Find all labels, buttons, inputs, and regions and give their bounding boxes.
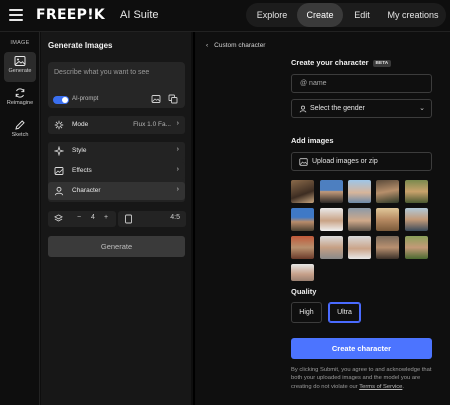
image-count-value: 4 bbox=[91, 214, 95, 221]
copy-icon[interactable] bbox=[168, 94, 178, 104]
image-icon bbox=[14, 56, 26, 66]
uploaded-image-thumb[interactable] bbox=[320, 180, 343, 203]
gender-placeholder: Select the gender bbox=[310, 105, 365, 112]
pencil-icon bbox=[15, 120, 25, 130]
rail-item-label: Generate bbox=[8, 68, 32, 74]
ai-prompt-label: AI-prompt bbox=[72, 96, 99, 102]
create-character-title-text: Create your character bbox=[291, 58, 369, 67]
uploaded-image-thumb[interactable] bbox=[291, 264, 314, 281]
uploaded-image-thumb[interactable] bbox=[291, 236, 314, 259]
panel-divider bbox=[193, 32, 195, 405]
style-label: Style bbox=[72, 147, 87, 154]
nav-create[interactable]: Create bbox=[297, 3, 343, 27]
effects-label: Effects bbox=[72, 167, 92, 174]
breadcrumb-label: Custom character bbox=[214, 42, 266, 49]
chevron-right-icon: › bbox=[176, 146, 179, 153]
uploaded-image-thumb[interactable] bbox=[320, 208, 343, 231]
decrement-button[interactable]: − bbox=[77, 214, 81, 221]
rail-item-sketch[interactable]: Sketch bbox=[4, 116, 36, 146]
add-images-title: Add images bbox=[291, 136, 334, 145]
nav-edit[interactable]: Edit bbox=[345, 3, 379, 27]
rail-title: IMAGE bbox=[10, 40, 30, 46]
character-selector[interactable]: Character › bbox=[48, 182, 185, 200]
gender-select[interactable]: Select the gender ⌄ bbox=[291, 99, 432, 118]
style-selector[interactable]: Style › bbox=[48, 142, 185, 160]
create-character-title: Create your character BETA bbox=[291, 58, 392, 67]
create-character-button[interactable]: Create character bbox=[291, 338, 432, 359]
sparkle-icon bbox=[54, 146, 64, 156]
effects-icon bbox=[54, 167, 64, 175]
name-placeholder: @ name bbox=[300, 80, 327, 87]
panel-title: Generate Images bbox=[48, 41, 113, 50]
user-icon bbox=[299, 105, 307, 113]
ai-suite-label: AI Suite bbox=[120, 9, 159, 21]
generate-button[interactable]: Generate bbox=[48, 236, 185, 257]
mode-value: Flux 1.0 Fa... bbox=[133, 121, 171, 128]
upload-label: Upload images or zip bbox=[312, 158, 378, 165]
custom-character-panel: ‹ Custom character Create your character B… bbox=[196, 32, 450, 405]
aspect-ratio-icon bbox=[125, 214, 132, 224]
uploaded-image-thumb[interactable] bbox=[405, 180, 428, 203]
prompt-placeholder: Describe what you want to see bbox=[54, 69, 150, 76]
main-nav: Explore Create Edit My creations bbox=[246, 3, 446, 27]
top-bar: FREEP!K AI Suite Explore Create Edit My … bbox=[0, 0, 450, 32]
layers-icon bbox=[54, 214, 63, 222]
tool-rail: IMAGE Generate Reimagine Sketch bbox=[0, 32, 40, 405]
uploaded-image-thumb[interactable] bbox=[376, 236, 399, 259]
uploaded-image-thumb[interactable] bbox=[348, 208, 371, 231]
uploaded-image-thumb[interactable] bbox=[376, 180, 399, 203]
prompt-input[interactable]: Describe what you want to see AI-prompt bbox=[48, 62, 185, 108]
chevron-right-icon: › bbox=[176, 166, 179, 173]
uploaded-image-thumb[interactable] bbox=[291, 180, 314, 203]
aspect-ratio-value: 4:5 bbox=[170, 214, 180, 221]
uploaded-image-thumb[interactable] bbox=[348, 236, 371, 259]
refresh-icon bbox=[15, 88, 25, 98]
rail-item-reimagine[interactable]: Reimagine bbox=[4, 84, 36, 114]
terms-of-service-link[interactable]: Terms of Service bbox=[359, 384, 402, 390]
image-upload-icon[interactable] bbox=[151, 94, 161, 104]
rail-item-label: Sketch bbox=[11, 132, 29, 138]
mode-label: Mode bbox=[72, 121, 89, 128]
breadcrumb[interactable]: ‹ Custom character bbox=[206, 42, 265, 49]
nav-explore[interactable]: Explore bbox=[248, 3, 296, 27]
freepik-logo[interactable]: FREEP!K bbox=[36, 7, 105, 23]
nav-my-creations[interactable]: My creations bbox=[382, 3, 444, 27]
effects-selector[interactable]: Effects › bbox=[48, 162, 185, 180]
gear-icon bbox=[54, 120, 64, 130]
uploaded-image-thumb[interactable] bbox=[348, 180, 371, 203]
mode-selector[interactable]: Mode Flux 1.0 Fa... › bbox=[48, 116, 185, 134]
chevron-down-icon: ⌄ bbox=[419, 105, 425, 112]
menu-icon[interactable] bbox=[9, 9, 23, 21]
increment-button[interactable]: + bbox=[104, 214, 108, 221]
uploaded-image-thumb[interactable] bbox=[405, 208, 428, 231]
upload-images-button[interactable]: Upload images or zip bbox=[291, 152, 432, 171]
terms-end: . bbox=[402, 383, 405, 390]
name-field[interactable]: @ name bbox=[291, 74, 432, 93]
uploaded-image-thumb[interactable] bbox=[376, 208, 399, 231]
ai-prompt-toggle[interactable] bbox=[53, 96, 69, 104]
beta-badge: BETA bbox=[372, 59, 392, 67]
uploaded-image-thumb[interactable] bbox=[320, 236, 343, 259]
character-label: Character bbox=[72, 187, 101, 194]
chevron-right-icon: › bbox=[176, 186, 179, 193]
user-icon bbox=[54, 186, 64, 196]
terms-notice: By clicking Submit, you agree to and ack… bbox=[291, 366, 436, 391]
uploaded-image-thumb[interactable] bbox=[291, 208, 314, 231]
aspect-ratio-selector[interactable]: 4:5 bbox=[118, 211, 186, 227]
image-icon bbox=[299, 158, 308, 166]
image-count-stepper: − 4 + bbox=[48, 211, 116, 227]
quality-option-high[interactable]: High bbox=[291, 302, 322, 323]
generate-panel: Generate Images Describe what you want t… bbox=[41, 32, 191, 405]
quality-option-ultra[interactable]: Ultra bbox=[328, 302, 361, 323]
quality-title: Quality bbox=[291, 287, 317, 296]
chevron-right-icon: › bbox=[176, 120, 179, 127]
rail-item-label: Reimagine bbox=[6, 100, 34, 106]
rail-item-generate[interactable]: Generate bbox=[4, 52, 36, 82]
uploaded-image-thumb[interactable] bbox=[405, 236, 428, 259]
chevron-left-icon: ‹ bbox=[206, 42, 209, 49]
